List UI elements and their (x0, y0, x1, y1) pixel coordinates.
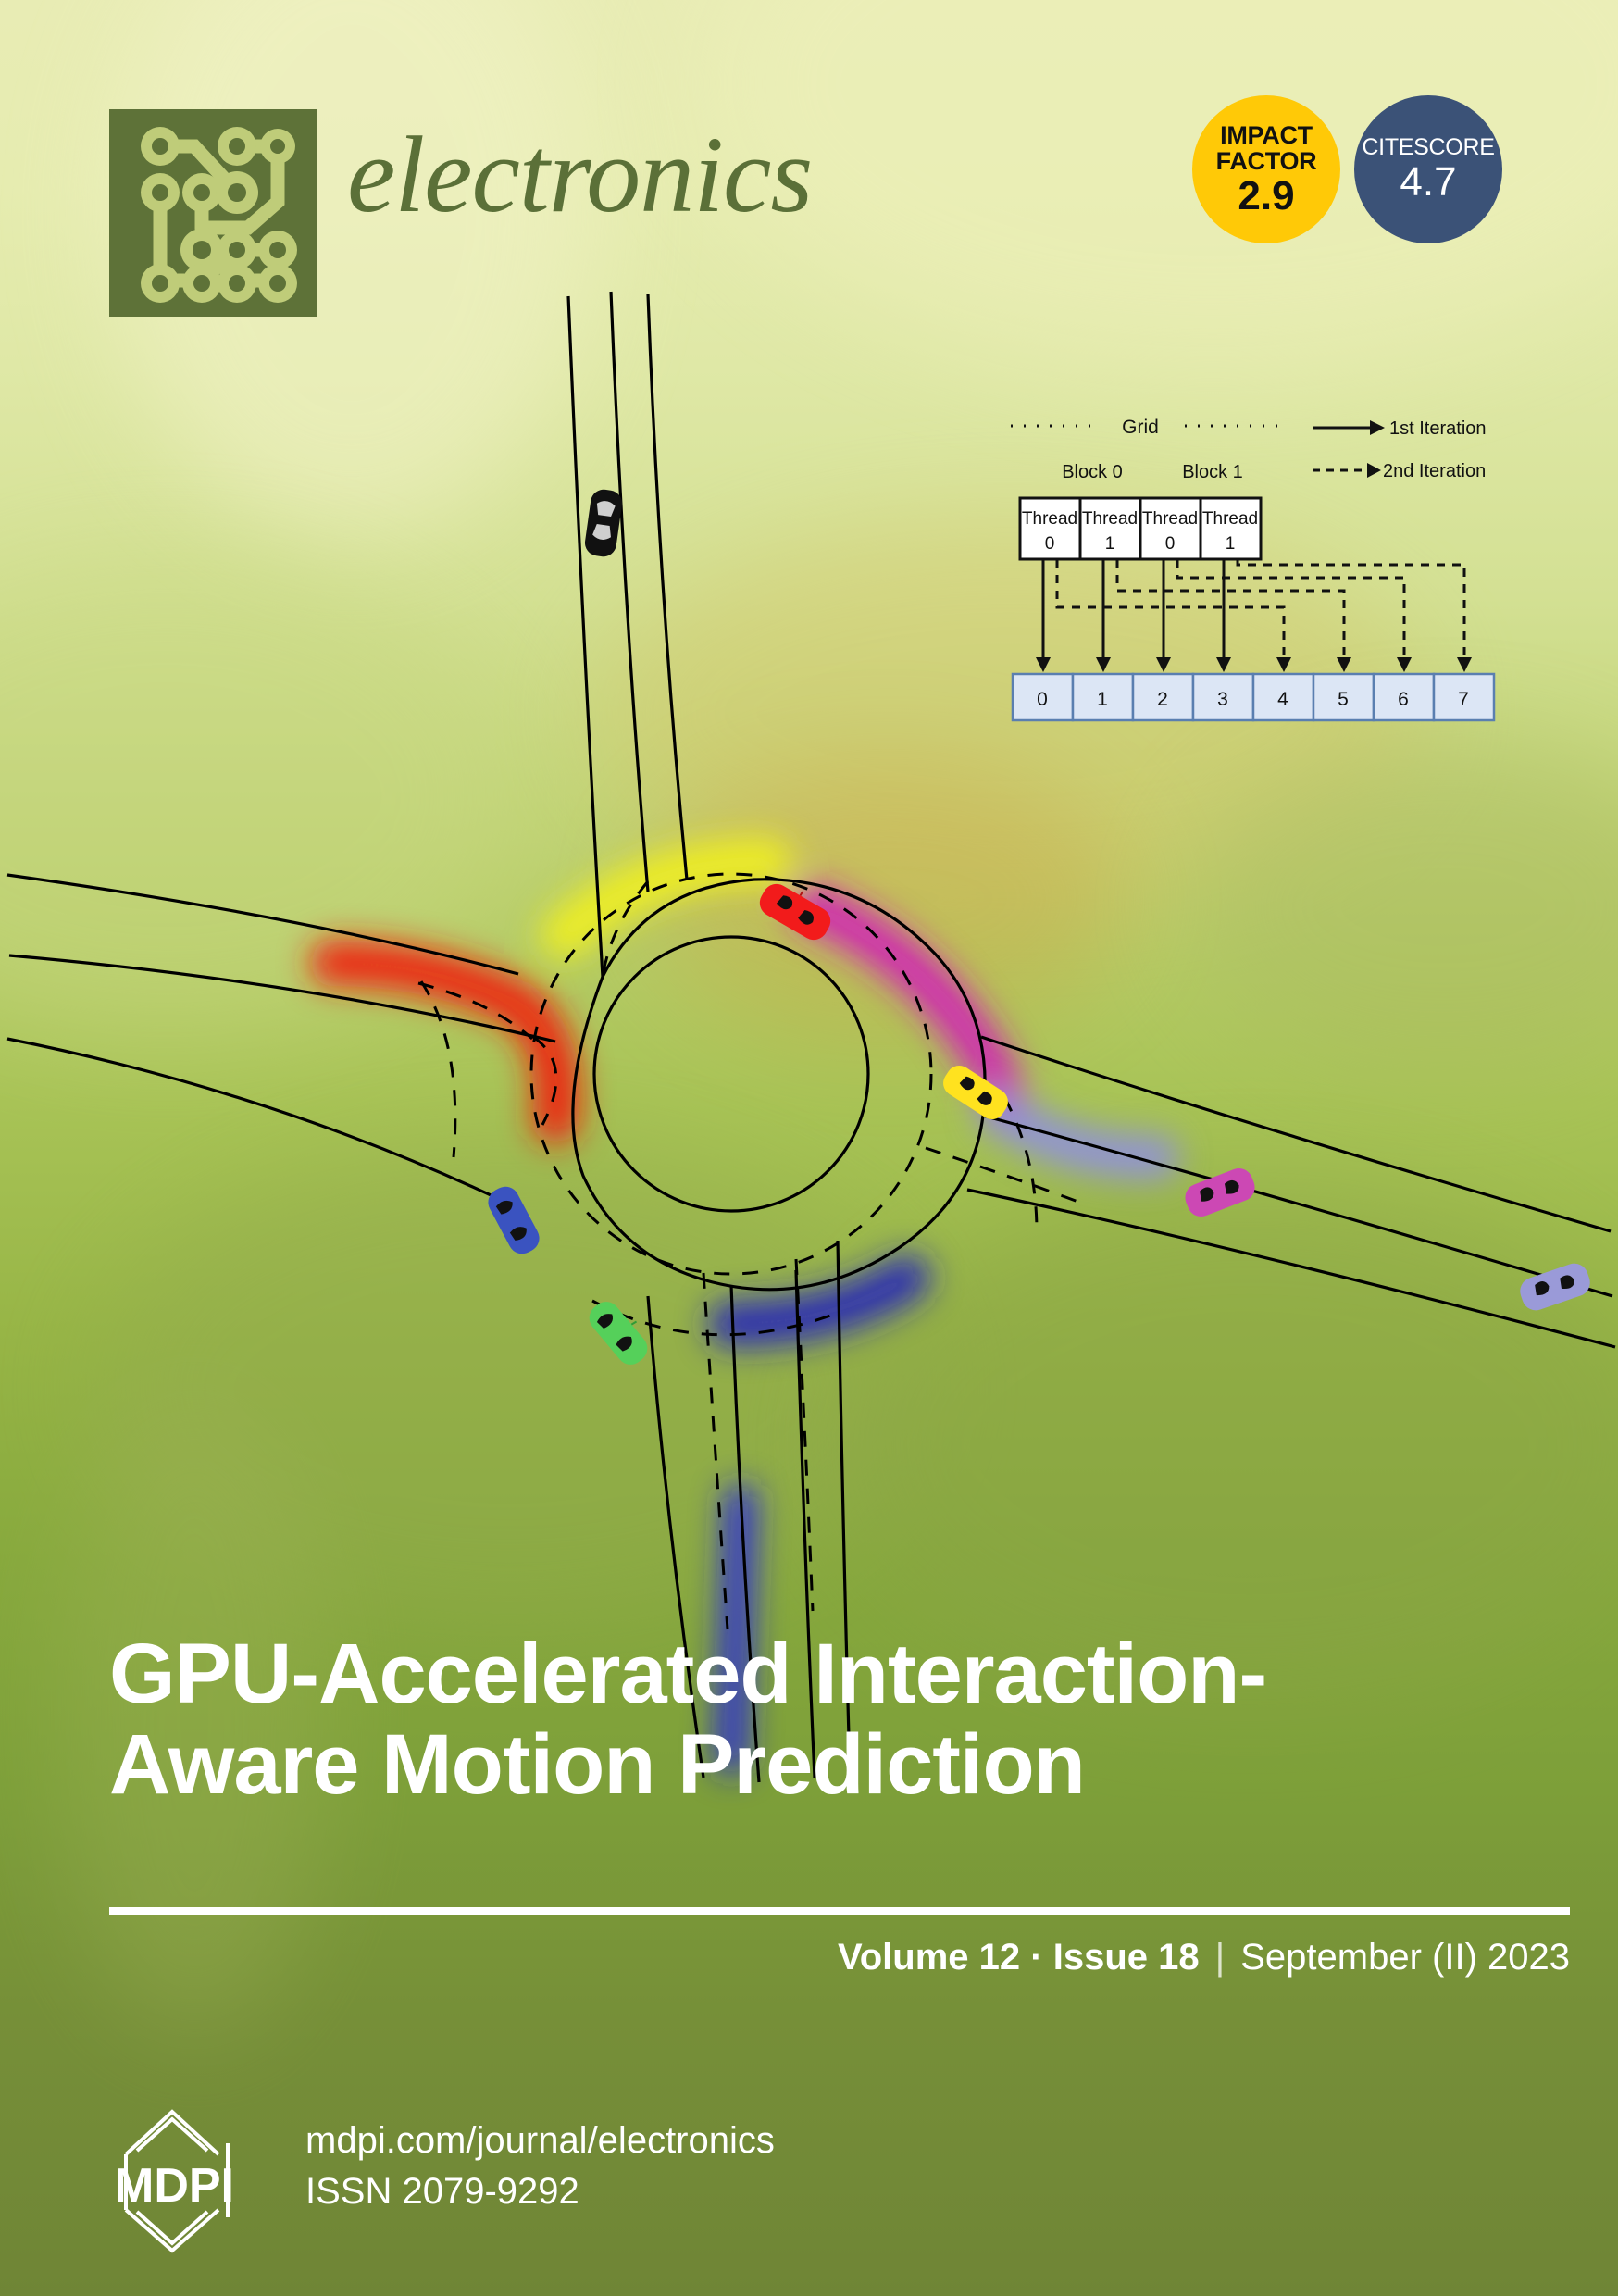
impact-factor-value: 2.9 (1238, 173, 1295, 219)
memory-cell-7: 7 (1458, 689, 1469, 710)
volume-issue-dot: · (1030, 1937, 1043, 1978)
memory-cell-6: 6 (1398, 689, 1409, 710)
first-iteration-arrowheads (1036, 657, 1231, 672)
second-iteration-arrows (1055, 559, 1466, 661)
journal-logo-mark (109, 109, 317, 317)
journal-url[interactable]: mdpi.com/journal/electronics (305, 2115, 775, 2166)
memory-cell-5: 5 (1338, 689, 1349, 710)
mdpi-hexagon-icon: MDPI (114, 2109, 234, 2253)
thread-name-1: Thread (1082, 509, 1138, 529)
legend: 1st Iteration 2nd Iteration (1313, 418, 1487, 481)
thread-boxes: Thread 0 Thread 1 Thread 0 Thread 1 (1018, 496, 1263, 561)
title-divider (109, 1907, 1570, 1915)
memory-cells: 0 1 2 3 4 5 6 7 (1011, 672, 1496, 722)
issue-label: Issue 18 (1052, 1937, 1200, 1978)
thread-name-0: Thread (1022, 509, 1077, 529)
gpu-thread-memory-diagram: Grid Block 0 Block 1 Thread 0 Thread 1 T… (1000, 406, 1518, 767)
impact-factor-label-1: IMPACT (1220, 120, 1313, 149)
first-iteration-arrows (1041, 559, 1226, 661)
vehicle-black (584, 489, 623, 557)
memory-cell-4: 4 (1277, 689, 1288, 710)
page-title: GPU-Accelerated Interaction- Aware Motio… (109, 1627, 1535, 1812)
thread-index-1: 1 (1105, 534, 1115, 554)
footer-links: mdpi.com/journal/electronics ISSN 2079-9… (305, 2115, 775, 2217)
citescore-badge: CITESCORE 4.7 (1354, 95, 1502, 243)
legend-dashed-arrowhead (1367, 463, 1381, 478)
second-iteration-arrowheads (1276, 657, 1472, 672)
vehicle-purple (1520, 1263, 1590, 1311)
mdpi-logo: MDPI (114, 2106, 276, 2254)
grid-label: Grid (1122, 417, 1159, 438)
citescore-value: 4.7 (1400, 159, 1457, 205)
memory-cell-2: 2 (1157, 689, 1168, 710)
legend-label-1st: 1st Iteration (1389, 418, 1487, 439)
impact-factor-badge: IMPACT FACTOR 2.9 (1192, 95, 1340, 243)
impact-factor-label-2: FACTOR (1215, 147, 1317, 175)
thread-name-2: Thread (1142, 509, 1198, 529)
legend-label-2nd: 2nd Iteration (1383, 461, 1486, 481)
block-0-label: Block 0 (1062, 462, 1123, 482)
vehicle-blue (488, 1186, 540, 1254)
issue-separator: | (1214, 1937, 1226, 1978)
volume-label: Volume 12 (838, 1937, 1021, 1978)
issn: ISSN 2079-9292 (305, 2171, 579, 2213)
vehicle-green (589, 1302, 648, 1365)
thread-index-0: 0 (1045, 534, 1055, 554)
journal-cover: electronics IMPACT FACTOR 2.9 CITESCORE … (0, 0, 1618, 2296)
legend-solid-arrowhead (1370, 420, 1385, 435)
cover-title-line-1: GPU-Accelerated Interaction- (109, 1627, 1267, 1721)
issue-info: Volume 12 · Issue 18 | September (II) 20… (109, 1937, 1570, 1978)
block-1-label: Block 1 (1182, 462, 1243, 482)
journal-title: electronics (347, 114, 813, 235)
memory-cell-0: 0 (1037, 689, 1048, 710)
citescore-label: CITESCORE (1362, 134, 1495, 160)
cover-title-line-2: Aware Motion Prediction (109, 1716, 1086, 1812)
thread-index-3: 1 (1226, 534, 1236, 554)
thread-index-2: 0 (1165, 534, 1176, 554)
thread-name-3: Thread (1202, 509, 1258, 529)
circuit-board-icon (141, 127, 297, 303)
issue-date: September (II) 2023 (1240, 1937, 1570, 1978)
mdpi-wordmark: MDPI (118, 2159, 234, 2213)
memory-cell-3: 3 (1217, 689, 1228, 710)
memory-cell-1: 1 (1097, 689, 1108, 710)
